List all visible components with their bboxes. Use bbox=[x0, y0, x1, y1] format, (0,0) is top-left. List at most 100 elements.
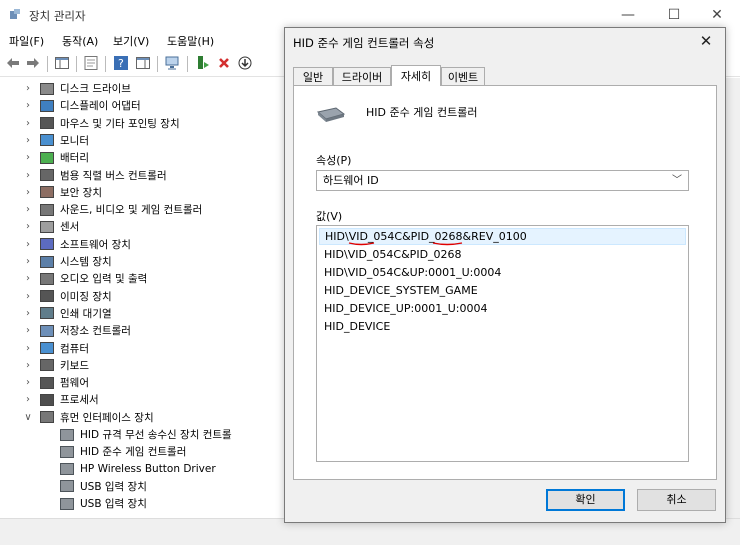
chevron-right-icon[interactable]: › bbox=[22, 360, 34, 371]
tree-category[interactable]: › 저장소 컨트롤러 bbox=[22, 322, 131, 339]
value-item[interactable]: HID\VID_054C&PID_0268&REV_0100 bbox=[319, 228, 686, 245]
chevron-down-icon[interactable]: ∨ bbox=[22, 412, 34, 423]
tree-category[interactable]: › 프로세서 bbox=[22, 391, 99, 408]
value-list[interactable]: HID\VID_054C&PID_0268&REV_0100 HID\VID_0… bbox=[316, 225, 689, 462]
tree-category-label: 휴먼 인터페이스 장치 bbox=[60, 411, 154, 424]
monitor-icon bbox=[40, 134, 54, 147]
minimize-button[interactable]: — bbox=[605, 4, 651, 26]
tree-category-label: 오디오 입력 및 출력 bbox=[60, 273, 148, 286]
toolbar-separator bbox=[47, 56, 48, 72]
chevron-right-icon[interactable]: › bbox=[22, 256, 34, 267]
tree-device-item[interactable]: HP Wireless Button Driver bbox=[60, 461, 216, 478]
device-tree[interactable]: › 디스크 드라이브 › 디스플레이 어댑터 › 마우스 및 기타 포인팅 장치 › 모니터 ›… bbox=[0, 78, 285, 518]
tree-category[interactable]: › 마우스 및 기타 포인팅 장치 bbox=[22, 115, 180, 132]
chevron-right-icon[interactable]: › bbox=[22, 343, 34, 354]
chevron-right-icon[interactable]: › bbox=[22, 273, 34, 284]
maximize-button[interactable]: ☐ bbox=[651, 4, 697, 26]
hid-icon bbox=[40, 411, 54, 424]
tree-category[interactable]: › 사운드, 비디오 및 게임 컨트롤러 bbox=[22, 201, 202, 218]
uninstall-device-icon[interactable] bbox=[215, 54, 233, 72]
ok-button[interactable]: 확인 bbox=[546, 489, 625, 511]
chevron-right-icon[interactable]: › bbox=[22, 291, 34, 302]
chevron-right-icon[interactable]: › bbox=[22, 170, 34, 181]
value-item[interactable]: HID\VID_054C&UP:0001_U:0004 bbox=[319, 264, 686, 281]
vertical-scrollbar[interactable] bbox=[725, 78, 740, 518]
chevron-right-icon[interactable]: › bbox=[22, 187, 34, 198]
download-driver-icon[interactable] bbox=[236, 54, 254, 72]
tree-category[interactable]: › 모니터 bbox=[22, 132, 89, 149]
tree-category[interactable]: › 키보드 bbox=[22, 357, 89, 374]
value-item[interactable]: HID_DEVICE_SYSTEM_GAME bbox=[319, 282, 686, 299]
tree-category-label: 보안 장치 bbox=[60, 186, 102, 199]
update-driver-icon[interactable] bbox=[194, 54, 212, 72]
tree-category[interactable]: › 인쇄 대기열 bbox=[22, 305, 112, 322]
menu-help[interactable]: 도움말(H) bbox=[167, 33, 214, 49]
tree-category-label: 배터리 bbox=[60, 152, 89, 165]
tree-device-item[interactable]: HID 준수 게임 컨트롤러 bbox=[60, 443, 186, 460]
forward-icon[interactable] bbox=[24, 54, 42, 72]
chevron-right-icon[interactable]: › bbox=[22, 135, 34, 146]
properties-icon[interactable] bbox=[82, 54, 100, 72]
property-dropdown[interactable]: 하드웨어 ID ﹀ bbox=[316, 170, 689, 191]
software-icon bbox=[40, 238, 54, 251]
help-icon[interactable]: ? bbox=[112, 54, 130, 72]
tree-category-label: 키보드 bbox=[60, 359, 89, 372]
close-button[interactable]: ✕ bbox=[694, 4, 740, 26]
tree-category[interactable]: › 배터리 bbox=[22, 149, 89, 166]
audio-icon bbox=[40, 272, 54, 285]
action-pane-icon[interactable] bbox=[134, 54, 152, 72]
menu-action[interactable]: 동작(A) bbox=[62, 33, 98, 49]
back-icon[interactable] bbox=[4, 54, 22, 72]
chevron-right-icon[interactable]: › bbox=[22, 308, 34, 319]
tree-category[interactable]: › 펌웨어 bbox=[22, 374, 89, 391]
menu-file[interactable]: 파일(F) bbox=[9, 33, 44, 49]
value-item[interactable]: HID_DEVICE bbox=[319, 318, 686, 335]
tree-category[interactable]: › 시스템 장치 bbox=[22, 253, 112, 270]
chevron-right-icon[interactable]: › bbox=[22, 239, 34, 250]
cancel-button[interactable]: 취소 bbox=[637, 489, 716, 511]
tree-category[interactable]: › 범용 직렬 버스 컨트롤러 bbox=[22, 167, 167, 184]
tree-category[interactable]: › 소프트웨어 장치 bbox=[22, 236, 131, 253]
chevron-right-icon[interactable]: › bbox=[22, 152, 34, 163]
show-hide-console-tree-icon[interactable] bbox=[53, 54, 71, 72]
tree-category[interactable]: ∨ 휴먼 인터페이스 장치 bbox=[22, 409, 154, 426]
game-controller-icon bbox=[316, 107, 346, 122]
tree-category[interactable]: › 디스크 드라이브 bbox=[22, 80, 131, 97]
tree-device-item[interactable]: USB 입력 장치 bbox=[60, 478, 147, 495]
chevron-right-icon[interactable]: › bbox=[22, 394, 34, 405]
chevron-right-icon[interactable]: › bbox=[22, 377, 34, 388]
toolbar-separator bbox=[105, 56, 106, 72]
value-item[interactable]: HID\VID_054C&PID_0268 bbox=[319, 246, 686, 263]
tab-details[interactable]: 자세히 bbox=[391, 65, 441, 86]
tree-device-item[interactable]: USB 입력 장치 bbox=[60, 495, 147, 512]
value-label: 값(V) bbox=[316, 210, 343, 223]
keyboard-icon bbox=[40, 359, 54, 372]
hid-device-icon bbox=[60, 428, 74, 441]
chevron-right-icon[interactable]: › bbox=[22, 204, 34, 215]
tree-category[interactable]: › 보안 장치 bbox=[22, 184, 102, 201]
computer-icon bbox=[40, 342, 54, 354]
tab-driver[interactable]: 드라이버 bbox=[333, 67, 391, 85]
chevron-right-icon[interactable]: › bbox=[22, 325, 34, 336]
tree-category[interactable]: › 이미징 장치 bbox=[22, 288, 112, 305]
tree-category-label: 범용 직렬 버스 컨트롤러 bbox=[60, 169, 167, 182]
tree-category[interactable]: › 센서 bbox=[22, 218, 79, 235]
dialog-close-button[interactable]: ✕ bbox=[693, 30, 719, 52]
tree-category-label: 마우스 및 기타 포인팅 장치 bbox=[60, 117, 180, 130]
tab-events[interactable]: 이벤트 bbox=[441, 67, 485, 85]
chevron-right-icon[interactable]: › bbox=[22, 83, 34, 94]
tree-device-item[interactable]: HID 규격 무선 송수신 장치 컨트롤 bbox=[60, 426, 232, 443]
tree-category[interactable]: › 디스플레이 어댑터 bbox=[22, 97, 141, 114]
processor-icon bbox=[40, 393, 54, 406]
tree-category[interactable]: › 오디오 입력 및 출력 bbox=[22, 270, 147, 287]
chevron-right-icon[interactable]: › bbox=[22, 100, 34, 111]
menu-view[interactable]: 보기(V) bbox=[113, 33, 149, 49]
tab-general[interactable]: 일반 bbox=[293, 67, 333, 85]
scan-hardware-icon[interactable] bbox=[164, 54, 182, 72]
chevron-right-icon[interactable]: › bbox=[22, 118, 34, 129]
tree-category-label: 프로세서 bbox=[60, 394, 99, 407]
chevron-down-icon: ﹀ bbox=[672, 175, 682, 186]
tree-category[interactable]: › 컴퓨터 bbox=[22, 340, 89, 357]
chevron-right-icon[interactable]: › bbox=[22, 221, 34, 232]
value-item[interactable]: HID_DEVICE_UP:0001_U:0004 bbox=[319, 300, 686, 317]
